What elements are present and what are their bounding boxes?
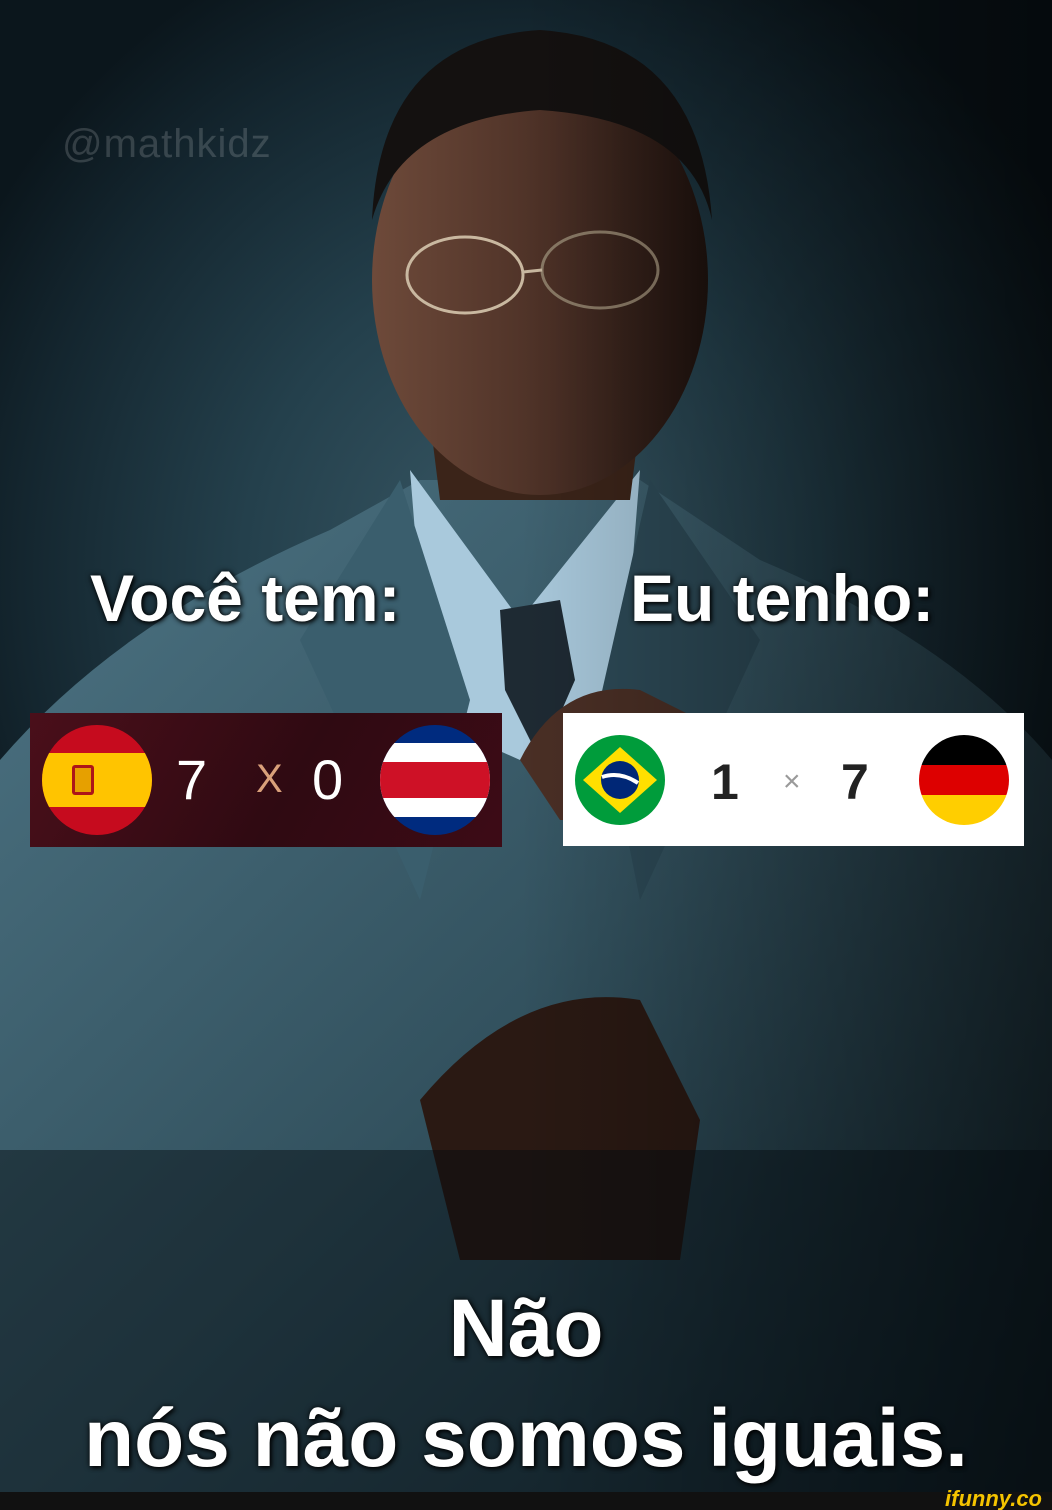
- brazil-flag-icon: [575, 735, 665, 825]
- caption-i-have: Eu tenho:: [630, 561, 935, 635]
- caption-no: Não: [448, 1283, 604, 1374]
- score-separator: X: [256, 757, 283, 801]
- spain-score: 7: [176, 748, 208, 811]
- costa-rica-score: 0: [312, 748, 344, 811]
- caption-we-are-not-the-same: nós não somos iguais.: [84, 1393, 968, 1484]
- watermark-text: @mathkidz: [62, 122, 272, 166]
- ifunny-logo[interactable]: ifunny.co: [945, 1486, 1042, 1510]
- germany-score: 7: [841, 754, 869, 810]
- germany-flag-icon: [919, 735, 1009, 825]
- score-separator: ×: [783, 765, 801, 798]
- spain-flag-icon: [42, 725, 152, 835]
- costa-rica-flag-icon: [380, 725, 490, 835]
- score-card-spain-costa-rica: 7 X 0: [30, 713, 502, 847]
- footer-bar: [0, 1492, 1052, 1510]
- caption-you-have: Você tem:: [90, 561, 401, 635]
- meme-image: @mathkidz Você tem: Eu tenho: 7 X 0 1 × …: [0, 0, 1052, 1510]
- score-card-brazil-germany: 1 × 7: [563, 713, 1024, 846]
- brazil-score: 1: [711, 754, 739, 810]
